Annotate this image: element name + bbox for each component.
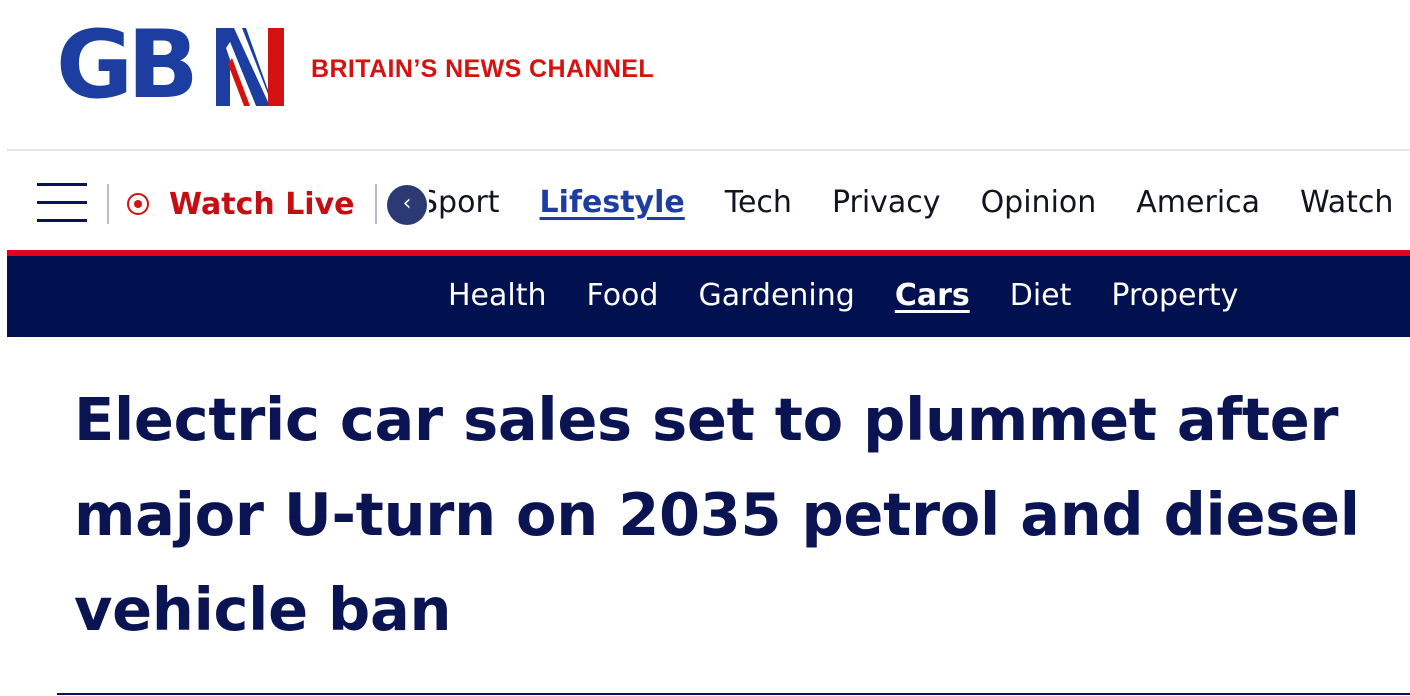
live-record-icon: [127, 193, 149, 215]
sub-nav-health[interactable]: Health: [448, 276, 547, 316]
headline-divider: [57, 693, 1410, 695]
sub-nav-diet[interactable]: Diet: [1010, 276, 1072, 316]
nav-item-america[interactable]: America: [1136, 183, 1260, 223]
gbn-logo[interactable]: GB: [56, 16, 286, 116]
nav-item-privacy[interactable]: Privacy: [832, 183, 941, 223]
sub-nav-cars[interactable]: Cars: [895, 276, 970, 316]
sub-nav-food[interactable]: Food: [587, 276, 659, 316]
tagline: BRITAIN’S NEWS CHANNEL: [311, 55, 655, 83]
sub-nav-property[interactable]: Property: [1111, 276, 1238, 316]
nav-item-tech[interactable]: Tech: [725, 183, 792, 223]
article-headline: Electric car sales set to plummet after …: [74, 385, 1360, 644]
sub-nav-items: Health Food Gardening Cars Diet Property: [448, 276, 1278, 316]
watch-live-link[interactable]: Watch Live: [127, 179, 355, 229]
sub-nav: Health Food Gardening Cars Diet Property: [7, 256, 1410, 337]
nav-item-lifestyle[interactable]: Lifestyle: [540, 183, 685, 223]
primary-nav: Watch Live Sport Lifestyle Tech Privacy …: [7, 151, 1410, 251]
hamburger-icon[interactable]: [37, 183, 87, 225]
nav-item-opinion[interactable]: Opinion: [981, 183, 1097, 223]
nav-divider: [107, 184, 109, 224]
nav-divider: [375, 184, 377, 224]
chevron-left-icon[interactable]: ‹: [387, 185, 427, 225]
nav-item-sport[interactable]: Sport: [429, 183, 500, 223]
site-header: GB BRITAIN’S NEWS CHANNEL: [0, 0, 1410, 150]
watch-live-label: Watch Live: [169, 186, 355, 222]
logo-n-flag-icon: [216, 28, 284, 106]
nav-track: Sport Lifestyle Tech Privacy Opinion Ame…: [429, 151, 1410, 251]
sub-nav-gardening[interactable]: Gardening: [698, 276, 854, 316]
nav-items: Sport Lifestyle Tech Privacy Opinion Ame…: [429, 183, 1410, 223]
nav-item-watch[interactable]: Watch: [1300, 183, 1393, 223]
logo-letters: GB: [56, 11, 199, 120]
